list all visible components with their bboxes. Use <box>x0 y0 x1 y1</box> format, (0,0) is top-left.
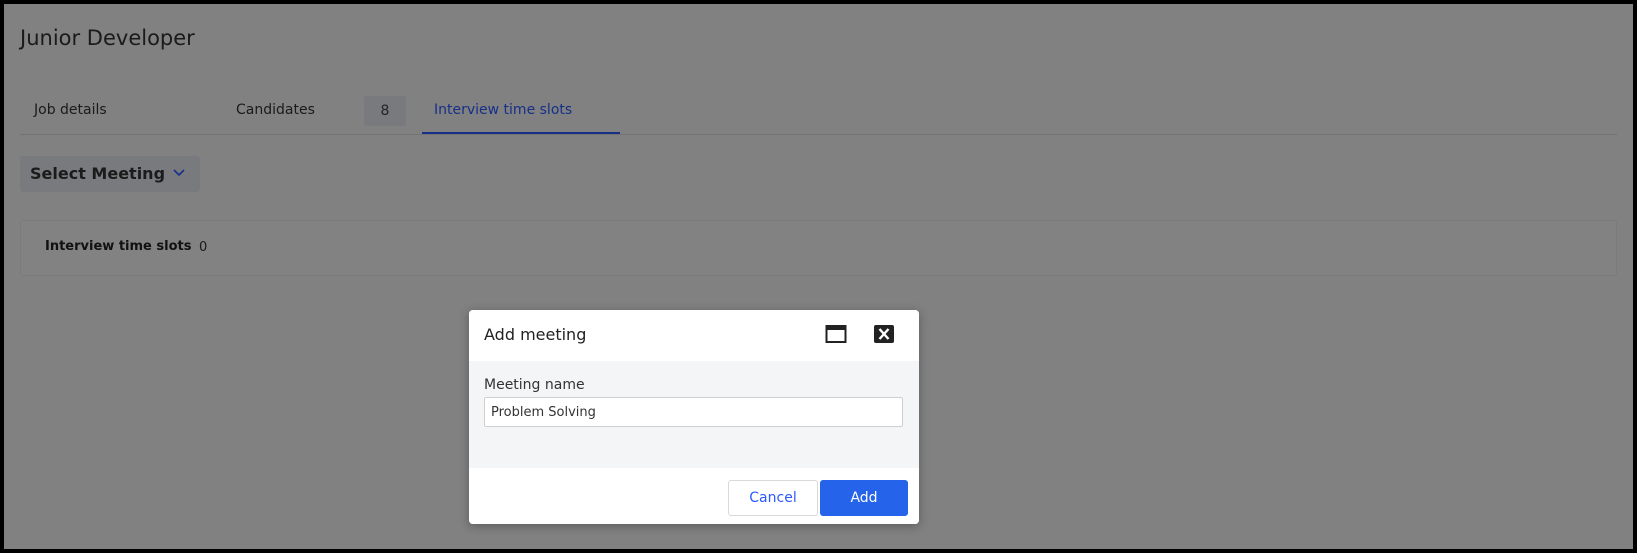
dialog-footer: Cancel Add <box>469 468 919 524</box>
app-frame: Junior Developer Job details Candidates … <box>0 0 1637 553</box>
dialog-body: Meeting name <box>469 361 919 468</box>
dialog-header: Add meeting <box>469 310 919 361</box>
meeting-name-input[interactable] <box>484 397 903 427</box>
close-icon[interactable] <box>873 324 895 344</box>
cancel-button[interactable]: Cancel <box>728 480 818 516</box>
dialog-title: Add meeting <box>484 325 587 344</box>
add-button[interactable]: Add <box>820 480 908 516</box>
add-meeting-dialog: Add meeting Meeting name Cancel Ad <box>469 310 919 524</box>
meeting-name-label: Meeting name <box>484 377 585 393</box>
window-maximize-icon[interactable] <box>825 324 847 344</box>
